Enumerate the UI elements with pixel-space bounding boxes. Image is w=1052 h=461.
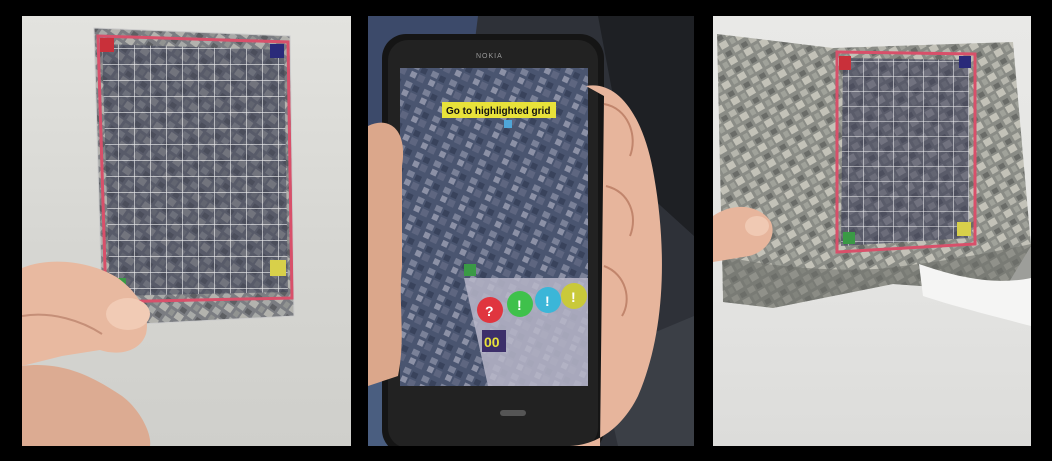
phone-brand-label: NOKIA xyxy=(476,53,503,60)
yellow-corner-marker-folded xyxy=(957,222,971,236)
svg-text:?: ? xyxy=(485,303,494,319)
counter-text: 00 xyxy=(484,334,500,350)
paper-map-illustration xyxy=(22,27,295,446)
photo-paper-map-folded xyxy=(713,16,1031,446)
photo-phone-ar-view: NOKIA Go to highlighted grid ? ! ! ! 00 xyxy=(368,16,694,446)
phone-scene-illustration: NOKIA Go to highlighted grid ? ! ! ! 00 xyxy=(368,16,694,446)
blue-corner-marker-folded xyxy=(959,56,971,68)
ar-grid-overlay xyxy=(102,44,288,296)
folded-map-illustration xyxy=(713,34,1031,326)
help-button[interactable]: ? xyxy=(477,297,503,323)
instruction-text: Go to highlighted grid xyxy=(446,106,550,117)
home-key[interactable] xyxy=(500,410,526,416)
highlight-indicator xyxy=(504,120,512,128)
photo-paper-map-flat xyxy=(22,16,351,446)
red-corner-marker xyxy=(100,38,114,52)
blue-corner-marker xyxy=(270,44,284,58)
cyan-action-button[interactable]: ! xyxy=(535,287,561,313)
thumb xyxy=(368,122,404,386)
green-action-button[interactable]: ! xyxy=(507,291,533,317)
svg-text:!: ! xyxy=(571,289,576,305)
green-corner-marker-folded xyxy=(843,232,855,244)
yellow-corner-marker xyxy=(270,260,286,276)
svg-text:!: ! xyxy=(545,293,550,309)
ar-grid-overlay-folded xyxy=(841,58,969,246)
red-corner-marker-folded xyxy=(839,56,851,70)
screen-green-marker xyxy=(464,264,476,276)
svg-text:!: ! xyxy=(517,297,522,313)
yellow-action-button[interactable]: ! xyxy=(561,283,587,309)
